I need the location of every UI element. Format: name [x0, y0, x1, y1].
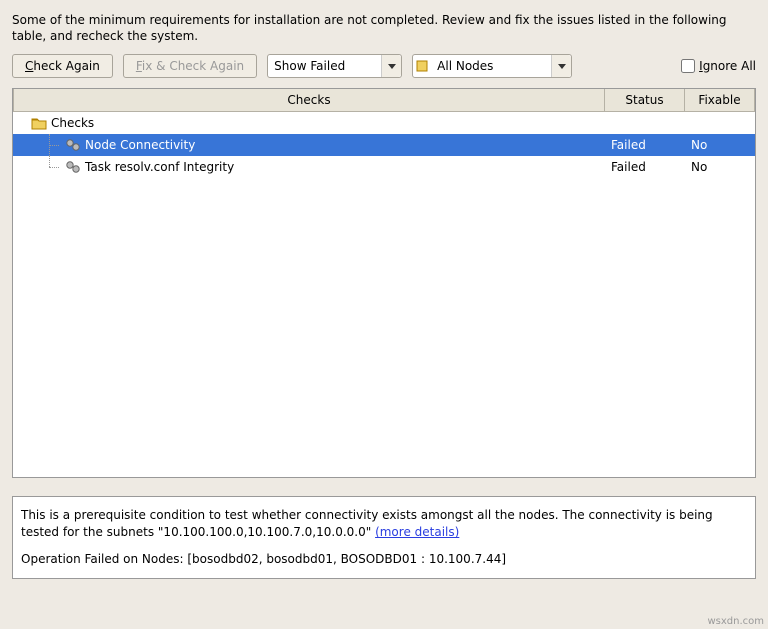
status-cell: Failed [605, 138, 685, 152]
table-body: Checks Node Connectivity Failed No [13, 112, 755, 477]
operation-failed-text: Operation Failed on Nodes: [bosodbd02, b… [21, 551, 747, 568]
intro-text: Some of the minimum requirements for ins… [12, 12, 756, 44]
more-details-link[interactable]: (more details) [375, 525, 459, 539]
details-panel: This is a prerequisite condition to test… [12, 496, 756, 578]
show-filter-label: Show Failed [268, 56, 381, 76]
toolbar: Check Again Fix & Check Again Show Faile… [12, 54, 756, 78]
table-row[interactable]: Task resolv.conf Integrity Failed No [13, 156, 755, 178]
column-checks[interactable]: Checks [13, 89, 605, 111]
show-filter-select[interactable]: Show Failed [267, 54, 402, 78]
tree-root-row[interactable]: Checks [13, 112, 755, 134]
column-status[interactable]: Status [605, 89, 685, 111]
chevron-down-icon [551, 55, 571, 77]
ignore-all-checkbox[interactable]: Ignore All [681, 59, 756, 73]
checks-table: Checks Status Fixable Checks [12, 88, 756, 478]
ignore-all-input[interactable] [681, 59, 695, 73]
gears-icon [65, 138, 81, 152]
table-row[interactable]: Node Connectivity Failed No [13, 134, 755, 156]
fixable-cell: No [685, 160, 755, 174]
column-fixable[interactable]: Fixable [685, 89, 755, 111]
nodes-icon [413, 59, 431, 73]
watermark: wsxdn.com [707, 616, 764, 627]
check-again-button[interactable]: Check Again [12, 54, 113, 78]
check-label: Task resolv.conf Integrity [85, 160, 234, 174]
node-select-label: All Nodes [431, 56, 551, 76]
status-cell: Failed [605, 160, 685, 174]
check-label: Node Connectivity [85, 138, 195, 152]
gears-icon [65, 160, 81, 174]
folder-icon [31, 116, 47, 130]
tree-root-label: Checks [51, 116, 94, 130]
fixable-cell: No [685, 138, 755, 152]
table-header: Checks Status Fixable [13, 89, 755, 112]
fix-check-again-button[interactable]: Fix & Check Again [123, 54, 257, 78]
chevron-down-icon [381, 55, 401, 77]
details-text: This is a prerequisite condition to test… [21, 508, 713, 539]
node-select[interactable]: All Nodes [412, 54, 572, 78]
ignore-all-label: Ignore All [699, 59, 756, 73]
